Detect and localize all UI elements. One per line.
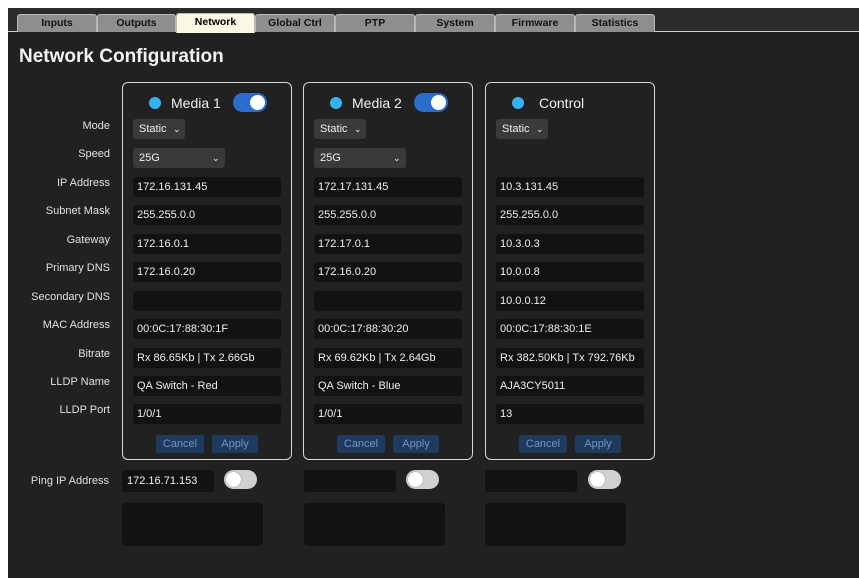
primary-dns-field[interactable]: 172.16.0.20 — [133, 262, 281, 282]
subnet-mask-field[interactable]: 255.255.0.0 — [133, 205, 281, 225]
label-ip-address: IP Address — [57, 177, 110, 189]
bitrate-field: Rx 69.62Kb | Tx 2.64Gb — [314, 348, 462, 368]
ping-result-control — [485, 503, 626, 546]
toggle-knob — [408, 472, 423, 487]
app-frame: Inputs Outputs Network Global Ctrl PTP S… — [8, 8, 859, 578]
status-led-icon — [330, 97, 342, 109]
panel-media-1: Media 1 Static ⌄ 25G ⌄ 172.16.131.45 255… — [122, 82, 292, 460]
mode-select[interactable]: Static ⌄ — [314, 119, 366, 139]
panel-title: Media 1 — [171, 95, 221, 111]
panel-header: Control — [486, 93, 654, 113]
mode-select[interactable]: Static ⌄ — [133, 119, 185, 139]
media-2-enable-toggle[interactable] — [414, 93, 448, 112]
secondary-dns-field[interactable] — [314, 291, 462, 311]
secondary-dns-field[interactable]: 10.0.0.12 — [496, 291, 644, 311]
gateway-field[interactable]: 172.17.0.1 — [314, 234, 462, 254]
ping-result-media-2 — [304, 503, 445, 546]
mac-address-field: 00:0C:17:88:30:20 — [314, 319, 462, 339]
panel-media-2: Media 2 Static ⌄ 25G ⌄ 172.17.131.45 255… — [303, 82, 473, 460]
apply-button[interactable]: Apply — [575, 435, 621, 453]
chevron-down-icon: ⌄ — [393, 153, 401, 163]
tab-ptp[interactable]: PTP — [335, 14, 415, 32]
lldp-name-field: AJA3CY5011 — [496, 376, 644, 396]
ping-toggle-control[interactable] — [588, 470, 621, 489]
label-primary-dns: Primary DNS — [45, 262, 110, 274]
ping-result-media-1 — [122, 503, 263, 546]
toggle-knob — [431, 95, 446, 110]
gateway-field[interactable]: 172.16.0.1 — [133, 234, 281, 254]
ip-address-field[interactable]: 10.3.131.45 — [496, 177, 644, 197]
label-secondary-dns: Secondary DNS — [31, 291, 110, 303]
panel-title: Media 2 — [352, 95, 402, 111]
mode-select-value: Static — [502, 123, 530, 135]
bitrate-field: Rx 382.50Kb | Tx 792.76Kb — [496, 348, 644, 368]
status-led-icon — [149, 97, 161, 109]
ping-ip-input-media-2[interactable] — [304, 470, 396, 492]
tab-statistics[interactable]: Statistics — [575, 14, 655, 32]
label-bitrate: Bitrate — [78, 348, 110, 360]
tab-outputs[interactable]: Outputs — [97, 14, 176, 32]
ip-address-field[interactable]: 172.17.131.45 — [314, 177, 462, 197]
mode-select[interactable]: Static ⌄ — [496, 119, 548, 139]
ping-toggle-media-1[interactable] — [224, 470, 257, 489]
media-1-enable-toggle[interactable] — [233, 93, 267, 112]
panel-control: Control Static ⌄ 10.3.131.45 255.255.0.0… — [485, 82, 655, 460]
speed-select-value: 25G — [139, 152, 160, 164]
tab-global-ctrl[interactable]: Global Ctrl — [255, 14, 335, 32]
tab-bar: Inputs Outputs Network Global Ctrl PTP S… — [8, 8, 859, 33]
label-lldp-name: LLDP Name — [50, 376, 110, 388]
toggle-knob — [250, 95, 265, 110]
tab-firmware[interactable]: Firmware — [495, 14, 575, 32]
speed-select-value: 25G — [320, 152, 341, 164]
apply-button[interactable]: Apply — [393, 435, 439, 453]
mode-select-value: Static — [320, 123, 348, 135]
label-subnet-mask: Subnet Mask — [45, 205, 110, 217]
cancel-button[interactable]: Cancel — [156, 435, 204, 453]
gateway-field[interactable]: 10.3.0.3 — [496, 234, 644, 254]
panel-header: Media 2 — [304, 93, 472, 113]
lldp-name-field: QA Switch - Blue — [314, 376, 462, 396]
cancel-button[interactable]: Cancel — [519, 435, 567, 453]
label-mode: Mode — [82, 120, 110, 132]
apply-button[interactable]: Apply — [212, 435, 258, 453]
bitrate-field: Rx 86.65Kb | Tx 2.66Gb — [133, 348, 281, 368]
cancel-button[interactable]: Cancel — [337, 435, 385, 453]
toggle-knob — [226, 472, 241, 487]
panel-header: Media 1 — [123, 93, 291, 113]
chevron-down-icon: ⌄ — [536, 124, 544, 134]
mac-address-field: 00:0C:17:88:30:1E — [496, 319, 644, 339]
ip-address-field[interactable]: 172.16.131.45 — [133, 177, 281, 197]
ping-toggle-media-2[interactable] — [406, 470, 439, 489]
label-gateway: Gateway — [66, 234, 110, 246]
speed-select[interactable]: 25G ⌄ — [314, 148, 406, 168]
mac-address-field: 00:0C:17:88:30:1F — [133, 319, 281, 339]
subnet-mask-field[interactable]: 255.255.0.0 — [496, 205, 644, 225]
tab-inputs[interactable]: Inputs — [17, 14, 97, 32]
chevron-down-icon: ⌄ — [212, 153, 220, 163]
ping-ip-input-control[interactable] — [485, 470, 577, 492]
tab-network[interactable]: Network — [176, 13, 255, 33]
label-mac-address: MAC Address — [42, 319, 110, 331]
panel-title: Control — [539, 95, 585, 111]
primary-dns-field[interactable]: 10.0.0.8 — [496, 262, 644, 282]
label-speed: Speed — [78, 148, 110, 160]
lldp-port-field: 1/0/1 — [314, 404, 462, 424]
tab-system[interactable]: System — [415, 14, 495, 32]
secondary-dns-field[interactable] — [133, 291, 281, 311]
chevron-down-icon: ⌄ — [173, 124, 181, 134]
label-lldp-port: LLDP Port — [59, 404, 110, 416]
lldp-port-field: 13 — [496, 404, 644, 424]
chevron-down-icon: ⌄ — [354, 124, 362, 134]
mode-select-value: Static — [139, 123, 167, 135]
speed-select[interactable]: 25G ⌄ — [133, 148, 225, 168]
status-led-icon — [512, 97, 524, 109]
lldp-port-field: 1/0/1 — [133, 404, 281, 424]
ping-ip-input-media-1[interactable]: 172.16.71.153 — [122, 470, 214, 492]
primary-dns-field[interactable]: 172.16.0.20 — [314, 262, 462, 282]
ping-ip-address-label: Ping IP Address — [30, 475, 109, 487]
page-title: Network Configuration — [19, 46, 224, 67]
subnet-mask-field[interactable]: 255.255.0.0 — [314, 205, 462, 225]
toggle-knob — [590, 472, 605, 487]
lldp-name-field: QA Switch - Red — [133, 376, 281, 396]
